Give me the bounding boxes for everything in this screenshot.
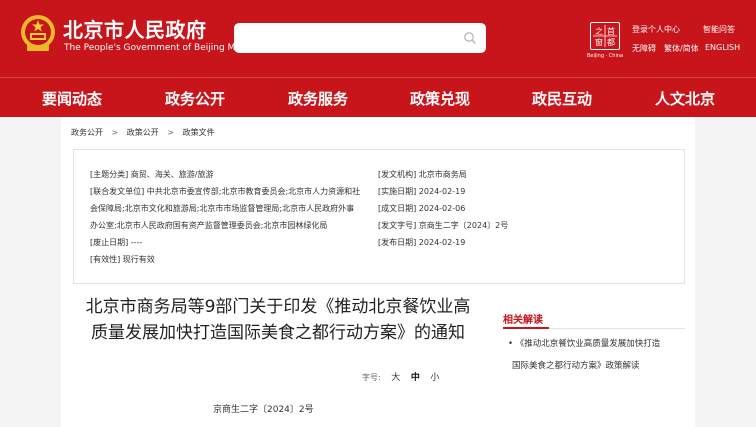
meta-publish-value: 2024-02-19 (418, 238, 466, 247)
meta-impl-label: [实施日期] (378, 187, 417, 196)
breadcrumb-policy-public[interactable]: 政策公开 (127, 128, 159, 137)
meta-issuer: [发文机构] 北京市商务局 (378, 169, 467, 180)
meta-written-value: 2024-02-06 (418, 204, 466, 213)
capital-logo-caption: Beijing · China (587, 53, 624, 59)
breadcrumb-gov-affairs[interactable]: 政务公开 (71, 128, 103, 137)
accessibility-link[interactable]: 无障碍 (632, 43, 656, 54)
related-item-link[interactable]: • 《推动北京餐饮业高质量发展加快打造 (508, 337, 660, 349)
meta-expire: [废止日期] ---- (90, 237, 142, 248)
meta-written-date: [成文日期] 2024-02-06 (378, 203, 465, 214)
related-title-underline (503, 327, 549, 329)
meta-issuer-label: [发文机构] (378, 170, 417, 179)
site-title[interactable]: 北京市人民政府 (63, 14, 207, 43)
meta-joint-label: [联合发文单位] (90, 187, 145, 196)
meta-issuer-value: 北京市商务局 (418, 170, 467, 179)
breadcrumb: 政务公开 > 政策公开 > 政策文件 (71, 127, 221, 138)
meta-docno: [发文字号] 京商生二字〔2024〕2号 (378, 220, 508, 231)
svg-text:窗: 窗 (595, 37, 603, 47)
font-size-label: 字号: (362, 373, 381, 382)
login-link[interactable]: 登录个人中心 (632, 24, 680, 35)
meta-validity-value: 现行有效 (122, 255, 155, 264)
search-input[interactable] (242, 27, 452, 49)
site-header: 北京市人民政府 The People's Government of Beiji… (0, 0, 756, 77)
nav-item-interaction[interactable]: 政民互动 (532, 88, 592, 109)
meta-joint-cont-1: 会保障局;北京市文化和旅游局;北京市市场监督管理局;北京市人民政府外事 (90, 204, 355, 213)
meta-publish: [发布日期] 2024-02-19 (378, 237, 465, 248)
document-number: 京商生二字〔2024〕2号 (213, 405, 314, 415)
meta-expire-value: ---- (130, 238, 143, 247)
meta-publish-label: [发布日期] (378, 238, 417, 247)
font-size-small-button[interactable]: 小 (430, 373, 439, 383)
meta-joint: [联合发文单位] 中共北京市委宣传部;北京市教育委员会;北京市人力资源和社 (90, 186, 360, 197)
font-size-medium-button[interactable]: 中 (411, 373, 420, 383)
meta-joint-cont-2: 办公室;北京市人民政府国有资产监督管理委员会;北京市园林绿化局 (90, 221, 328, 230)
english-link[interactable]: ENGLISH (705, 43, 740, 52)
related-title-divider (549, 328, 685, 329)
meta-expire-label: [废止日期] (90, 238, 129, 247)
document-title: 北京市商务局等9部门关于印发《推动北京餐饮业高质量发展加快打造国际美食之都行动方… (85, 297, 471, 343)
search-box (234, 23, 486, 53)
national-emblem-icon[interactable] (19, 12, 57, 54)
nav-item-gov-affairs[interactable]: 政务公开 (165, 88, 225, 109)
main-nav: 要闻动态 政务公开 政务服务 政策兑现 政民互动 人文北京 (0, 77, 756, 117)
meta-written-label: [成文日期] (378, 204, 417, 213)
meta-docno-value: 京商生二字〔2024〕2号 (418, 221, 509, 230)
breadcrumb-separator: > (111, 128, 119, 137)
nav-item-policy-redemption[interactable]: 政策兑现 (410, 88, 470, 109)
nav-item-gov-services[interactable]: 政务服务 (288, 88, 348, 109)
meta-impl-value: 2024-02-19 (418, 187, 466, 196)
traditional-simplified-toggle[interactable]: 繁体/简体 (664, 43, 699, 54)
smart-qa-link[interactable]: 智能问答 (703, 24, 735, 35)
svg-text:之: 之 (595, 26, 603, 36)
meta-subject: [主题分类] 商贸、海关、旅游/旅游 (90, 169, 214, 180)
related-interpretation-title: 相关解读 (503, 315, 543, 326)
meta-validity: [有效性] 现行有效 (90, 254, 155, 265)
meta-subject-value: 商贸、海关、旅游/旅游 (130, 170, 214, 179)
meta-impl-date: [实施日期] 2024-02-19 (378, 186, 465, 197)
meta-validity-label: [有效性] (90, 255, 121, 264)
capital-logo-icon[interactable]: 之 首 窗 都 (590, 22, 620, 50)
related-item-link-cont[interactable]: 国际美食之都行动方案》政策解读 (512, 359, 640, 371)
meta-docno-label: [发文字号] (378, 221, 417, 230)
font-size-control: 字号: 大 中 小 (362, 370, 439, 383)
nav-item-culture[interactable]: 人文北京 (655, 88, 715, 109)
breadcrumb-separator: > (167, 128, 175, 137)
meta-joint-value: 中共北京市委宣传部;北京市教育委员会;北京市人力资源和社 (146, 187, 361, 196)
svg-text:都: 都 (607, 38, 615, 47)
breadcrumb-policy-docs[interactable]: 政策文件 (183, 128, 215, 137)
svg-text:首: 首 (607, 26, 615, 36)
search-icon[interactable] (463, 31, 477, 45)
nav-item-news[interactable]: 要闻动态 (42, 88, 102, 109)
meta-subject-label: [主题分类] (90, 170, 129, 179)
font-size-large-button[interactable]: 大 (391, 373, 400, 383)
